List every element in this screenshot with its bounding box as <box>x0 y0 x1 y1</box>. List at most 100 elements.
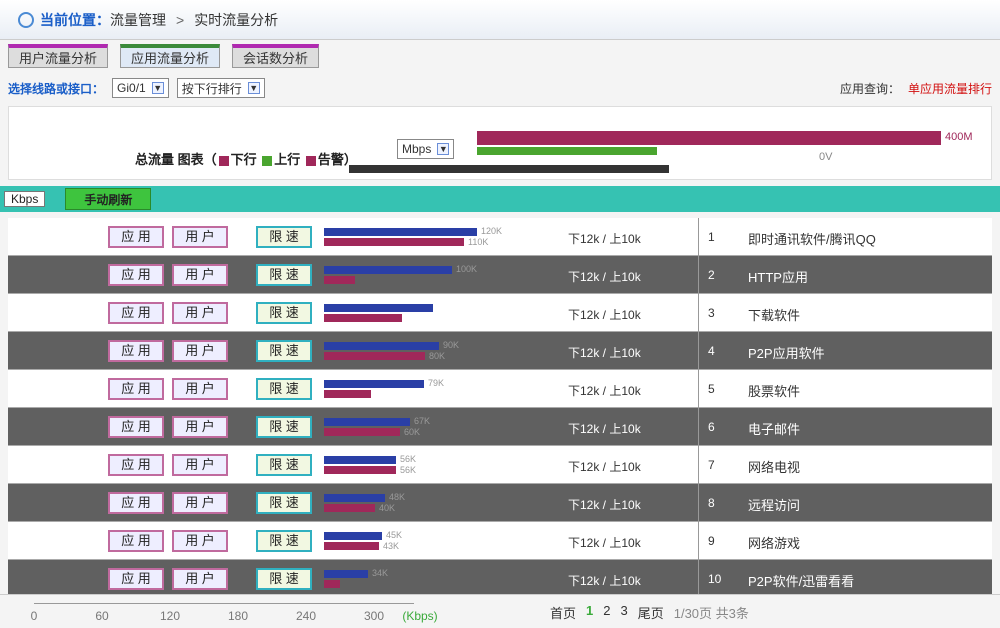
row-user-button[interactable]: 用 户 <box>172 340 228 362</box>
row-user-button[interactable]: 用 户 <box>172 454 228 476</box>
row-rank: 10 <box>708 572 722 586</box>
row-rate: 下12k / 上10k <box>568 384 641 398</box>
row-user-button[interactable]: 用 户 <box>172 378 228 400</box>
table-row: 1 即时通讯软件/腾讯QQ 下12k / 上10k 应 用用 户 限 速 120K 110K <box>8 218 992 256</box>
row-rank: 3 <box>708 306 715 320</box>
axis-tick-label: 120 <box>159 609 181 623</box>
row-app-name: 远程访问 <box>748 498 801 513</box>
row-down-label: 90K <box>443 340 460 350</box>
axis-unit-label: (Kbps) <box>402 609 438 623</box>
row-down-bar <box>324 342 439 350</box>
breadcrumb-path-traffic[interactable]: 流量管理 <box>110 10 166 30</box>
row-rank: 2 <box>708 268 715 282</box>
pagination: 首页 1 2 3 尾页 1/30页 共3条 <box>550 603 749 622</box>
row-app-name: 下载软件 <box>748 308 801 323</box>
row-speed-limit-button[interactable]: 限 速 <box>256 340 312 362</box>
legend-down-label: 下行 <box>230 152 257 167</box>
interface-select[interactable]: Gi0/1 ▼ <box>112 78 169 98</box>
tab-app-traffic[interactable]: 应用流量分析 <box>120 44 221 68</box>
row-down-label: 79K <box>428 378 445 388</box>
header-unit: Kbps <box>4 191 46 207</box>
chevron-down-icon: ▼ <box>151 82 164 94</box>
location-icon <box>18 11 34 28</box>
filter-bar: 选择线路或接口： Gi0/1 ▼ 按下行排行 ▼ 应用查询： 单应用流量排行 <box>8 74 992 102</box>
footer: 0 60 120 180 240 300 (Kbps) 首页 1 2 3 尾页 1/30页 … <box>0 594 1000 628</box>
row-user-button[interactable]: 用 户 <box>172 264 228 286</box>
row-rate: 下12k / 上10k <box>568 460 641 474</box>
row-down-bar <box>324 570 368 578</box>
row-app-button[interactable]: 应 用 <box>108 530 164 552</box>
row-app-button[interactable]: 应 用 <box>108 226 164 248</box>
row-speed-limit-button[interactable]: 限 速 <box>256 302 312 324</box>
legend-up-label: 上行 <box>274 152 301 167</box>
row-speed-limit-button[interactable]: 限 速 <box>256 492 312 514</box>
row-user-button[interactable]: 用 户 <box>172 302 228 324</box>
row-app-button[interactable]: 应 用 <box>108 492 164 514</box>
row-speed-limit-button[interactable]: 限 速 <box>256 416 312 438</box>
page-3-link[interactable]: 3 <box>620 603 627 622</box>
row-app-name: HTTP应用 <box>748 270 808 285</box>
page-1-link[interactable]: 1 <box>586 603 593 622</box>
row-user-button[interactable]: 用 户 <box>172 492 228 514</box>
row-user-button[interactable]: 用 户 <box>172 568 228 590</box>
row-divider <box>698 332 699 370</box>
row-app-button[interactable]: 应 用 <box>108 568 164 590</box>
last-page-link[interactable]: 尾页 <box>638 603 664 622</box>
first-page-link[interactable]: 首页 <box>550 603 576 622</box>
refresh-button[interactable]: 手动刷新 <box>65 188 152 210</box>
tab-user-traffic[interactable]: 用户流量分析 <box>8 44 109 68</box>
axis-tick-label: 0 <box>30 609 38 623</box>
row-down-label: 56K <box>400 454 417 464</box>
row-speed-limit-button[interactable]: 限 速 <box>256 530 312 552</box>
row-up-bar <box>324 352 425 360</box>
row-down-label: 67K <box>414 416 431 426</box>
chevron-down-icon: ▼ <box>247 82 260 94</box>
page-2-link[interactable]: 2 <box>603 603 610 622</box>
row-rate: 下12k / 上10k <box>568 536 641 550</box>
app-query-label: 应用查询： <box>839 81 900 96</box>
row-up-bar <box>324 276 355 284</box>
row-user-button[interactable]: 用 户 <box>172 226 228 248</box>
row-app-button[interactable]: 应 用 <box>108 302 164 324</box>
row-speed-limit-button[interactable]: 限 速 <box>256 264 312 286</box>
legend-down-swatch <box>218 155 229 166</box>
row-app-button[interactable]: 应 用 <box>108 416 164 438</box>
row-rate: 下12k / 上10k <box>568 346 641 360</box>
breadcrumb-path-realtime: 实时流量分析 <box>194 11 279 28</box>
row-rate: 下12k / 上10k <box>568 232 641 246</box>
axis-tick-label: 60 <box>95 609 109 623</box>
row-divider <box>698 408 699 446</box>
row-app-button[interactable]: 应 用 <box>108 264 164 286</box>
row-app-button[interactable]: 应 用 <box>108 454 164 476</box>
row-app-button[interactable]: 应 用 <box>108 340 164 362</box>
tab-session-count[interactable]: 会话数分析 <box>232 44 320 68</box>
row-rank: 1 <box>708 230 715 244</box>
row-speed-limit-button[interactable]: 限 速 <box>256 454 312 476</box>
row-up-label: 43K <box>383 541 400 551</box>
single-app-ranking-link[interactable]: 单应用流量排行 <box>908 80 992 97</box>
row-speed-limit-button[interactable]: 限 速 <box>256 568 312 590</box>
row-down-bar <box>324 418 410 426</box>
table-row: 2 HTTP应用 下12k / 上10k 应 用用 户 限 速 100K <box>8 256 992 294</box>
row-down-label: 120K <box>481 226 503 236</box>
row-down-bar <box>324 532 382 540</box>
table-row: 8 远程访问 下12k / 上10k 应 用用 户 限 速 48K 40K <box>8 484 992 522</box>
row-down-bar <box>324 266 452 274</box>
row-app-button[interactable]: 应 用 <box>108 378 164 400</box>
table-row: 9 网络游戏 下12k / 上10k 应 用用 户 限 速 45K 43K <box>8 522 992 560</box>
row-divider <box>698 256 699 294</box>
row-speed-limit-button[interactable]: 限 速 <box>256 378 312 400</box>
row-divider <box>698 370 699 408</box>
axis-tick-label: 300 <box>363 609 385 623</box>
unit-select[interactable]: Mbps ▼ <box>397 139 455 159</box>
row-user-button[interactable]: 用 户 <box>172 530 228 552</box>
row-down-bar <box>324 304 433 312</box>
row-divider <box>698 560 699 598</box>
kbps-axis: 0 60 120 180 240 300 (Kbps) <box>20 595 440 628</box>
row-user-button[interactable]: 用 户 <box>172 416 228 438</box>
row-up-label: 60K <box>404 427 421 437</box>
row-rank: 4 <box>708 344 715 358</box>
row-up-label: 56K <box>400 465 417 475</box>
row-speed-limit-button[interactable]: 限 速 <box>256 226 312 248</box>
sort-select[interactable]: 按下行排行 ▼ <box>176 78 265 98</box>
